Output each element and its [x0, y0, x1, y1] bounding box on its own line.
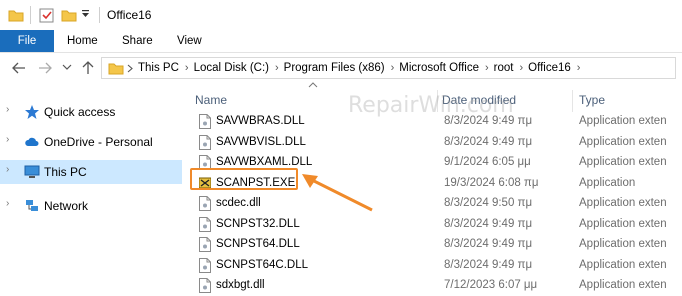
- file-row[interactable]: SCNPST32.DLL 8/3/2024 9:49 πμ Application …: [182, 215, 682, 235]
- nav-label: This PC: [44, 165, 87, 179]
- nav-item-quick-access[interactable]: › Quick access: [0, 100, 182, 124]
- file-type: Application exten: [579, 258, 667, 271]
- chevron-right-icon[interactable]: ›: [485, 62, 489, 74]
- file-name: scdec.dll: [216, 197, 261, 209]
- file-row[interactable]: sdxbgt.dll 7/12/2023 6:07 μμ Application e…: [182, 276, 682, 296]
- navigation-pane: › Quick access › OneDrive - Personal › T…: [0, 85, 182, 293]
- folder-icon[interactable]: [8, 8, 24, 22]
- customize-toolbar-icon[interactable]: [81, 10, 91, 20]
- dll-file-icon: [199, 278, 211, 293]
- file-date: 8/3/2024 9:49 πμ: [444, 217, 533, 230]
- file-date: 8/3/2024 9:50 πμ: [444, 197, 533, 209]
- chevron-right-icon[interactable]: ›: [275, 62, 279, 74]
- file-row[interactable]: SAVWBVISL.DLL 8/3/2024 9:49 πμ Application…: [182, 133, 682, 153]
- file-date: 8/3/2024 9:49 πμ: [444, 135, 533, 148]
- back-arrow-icon[interactable]: [12, 62, 26, 74]
- recent-locations-icon[interactable]: [62, 64, 72, 72]
- folder-icon: [108, 63, 124, 75]
- file-name: sdxbgt.dll: [216, 279, 265, 291]
- file-name: SCNPST64C.DLL: [216, 258, 309, 271]
- file-name: SCNPST64.DLL: [216, 238, 300, 250]
- expand-arrow-icon[interactable]: ›: [6, 134, 9, 145]
- chevron-right-icon[interactable]: ›: [519, 62, 523, 74]
- expand-arrow-icon[interactable]: ›: [6, 198, 9, 209]
- file-type: Application exten: [579, 156, 667, 168]
- tab-share[interactable]: Share: [122, 30, 153, 52]
- cloud-icon: [25, 137, 39, 146]
- up-arrow-icon[interactable]: [82, 60, 94, 75]
- crumb-root[interactable]: root: [494, 62, 514, 74]
- file-type: Application exten: [579, 115, 667, 127]
- computer-icon: [24, 165, 40, 178]
- chevron-right-icon[interactable]: ›: [391, 62, 395, 74]
- crumb-office16[interactable]: Office16: [528, 62, 571, 74]
- nav-label: Quick access: [44, 105, 116, 119]
- dll-file-icon: [199, 114, 211, 129]
- network-icon: [26, 200, 38, 211]
- file-date: 19/3/2024 6:08 πμ: [444, 176, 539, 189]
- nav-item-onedrive[interactable]: › OneDrive - Personal: [0, 130, 182, 154]
- expand-arrow-icon[interactable]: ›: [6, 104, 9, 115]
- crumb-microsoft-office[interactable]: Microsoft Office: [399, 62, 479, 74]
- ribbon: File Home Share View: [0, 30, 682, 53]
- annotation-arrow-icon: [302, 174, 373, 212]
- address-bar-row: This PC › Local Disk (C:) › Program Files (x…: [0, 55, 682, 81]
- crumb-this-pc[interactable]: This PC: [138, 62, 179, 74]
- file-type: Application exten: [579, 197, 667, 209]
- tab-home[interactable]: Home: [67, 30, 98, 52]
- nav-item-network[interactable]: › Network: [0, 194, 182, 218]
- sort-ascending-icon: [308, 82, 318, 88]
- highlight-box: [190, 168, 298, 190]
- nav-label: OneDrive - Personal: [44, 135, 153, 149]
- chevron-right-icon[interactable]: ›: [185, 62, 189, 74]
- new-folder-icon[interactable]: [61, 8, 77, 22]
- title-bar: Office16: [0, 0, 682, 30]
- file-type: Application exten: [579, 135, 667, 148]
- file-type: Application exten: [579, 279, 667, 291]
- chevron-right-icon[interactable]: [127, 64, 133, 73]
- properties-icon[interactable]: [39, 8, 55, 23]
- crumb-program-files[interactable]: Program Files (x86): [284, 62, 385, 74]
- window-title: Office16: [107, 8, 152, 22]
- breadcrumb: This PC › Local Disk (C:) › Program Files (x…: [138, 62, 585, 74]
- file-tab[interactable]: File: [0, 30, 54, 52]
- dll-file-icon: [199, 216, 211, 232]
- file-name: SAVWBRAS.DLL: [216, 115, 305, 127]
- file-type: Application: [579, 176, 636, 189]
- crumb-local-disk[interactable]: Local Disk (C:): [194, 62, 269, 74]
- file-name: SAVWBVISL.DLL: [216, 135, 306, 148]
- column-header-type[interactable]: Type: [579, 93, 605, 107]
- dll-file-icon: [199, 196, 211, 211]
- file-name: SCNPST32.DLL: [216, 217, 300, 230]
- nav-label: Network: [44, 199, 89, 213]
- file-row[interactable]: scdec.dll 8/3/2024 9:50 πμ Application ext…: [182, 194, 682, 214]
- tab-view[interactable]: View: [177, 30, 202, 52]
- file-date: 7/12/2023 6:07 μμ: [444, 279, 538, 291]
- column-header-name[interactable]: Name: [195, 93, 227, 107]
- file-row[interactable]: SCNPST64.DLL 8/3/2024 9:49 πμ Application …: [182, 235, 682, 255]
- watermark: RepairWin.com: [348, 93, 514, 118]
- file-name: SAVWBXAML.DLL: [216, 156, 313, 168]
- address-bar[interactable]: This PC › Local Disk (C:) › Program Files (x…: [101, 57, 676, 79]
- file-type: Application exten: [579, 217, 667, 230]
- forward-arrow-icon[interactable]: [38, 62, 52, 74]
- file-date: 8/3/2024 9:49 πμ: [444, 258, 533, 271]
- file-date: 8/3/2024 9:49 πμ: [444, 238, 533, 250]
- file-date: 9/1/2024 6:05 μμ: [444, 156, 531, 168]
- file-type: Application exten: [579, 238, 667, 250]
- nav-item-this-pc[interactable]: › This PC: [0, 160, 182, 184]
- toolbar-divider: [30, 6, 31, 24]
- star-icon: [25, 105, 39, 119]
- dll-file-icon: [199, 257, 211, 273]
- dll-file-icon: [199, 237, 211, 252]
- file-row[interactable]: SCNPST64C.DLL 8/3/2024 9:49 πμ Application…: [182, 256, 682, 276]
- chevron-right-icon[interactable]: ›: [577, 62, 581, 74]
- dll-file-icon: [199, 134, 211, 150]
- expand-arrow-icon[interactable]: ›: [6, 164, 9, 175]
